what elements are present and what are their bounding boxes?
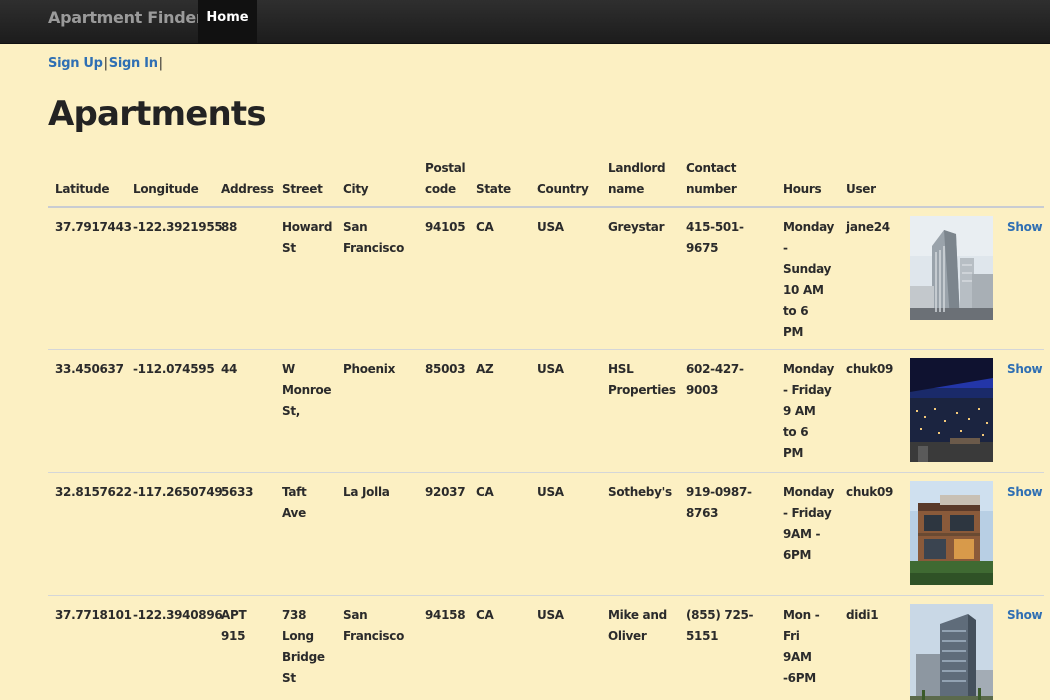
cell-longitude: -112.074595	[126, 349, 215, 473]
cell-state: CA	[469, 472, 530, 596]
auth-links: Sign Up|Sign In|	[48, 56, 164, 71]
cell-city: San Francisco	[336, 595, 418, 700]
cell-street: W Monroe St,	[275, 349, 336, 473]
show-link[interactable]: Show	[1007, 220, 1043, 234]
cell-image	[903, 472, 1000, 596]
col-header-state: State	[469, 152, 530, 208]
col-header-contact: Contact number	[679, 152, 776, 208]
cell-street: 738 Long Bridge St	[275, 595, 336, 700]
col-header-city: City	[336, 152, 418, 208]
cell-user: didi1	[839, 595, 903, 700]
cell-hours: Monday - Friday 9 AM to 6 PM	[776, 349, 839, 473]
cell-contact: 919-0987-8763	[679, 472, 776, 596]
cell-latitude: 37.7718101	[48, 595, 132, 700]
cell-street: Taft Ave	[275, 472, 336, 596]
cell-image	[903, 207, 1000, 350]
apartment-photo	[910, 358, 993, 462]
table-row: 32.8157622 -117.2650749 5633 Taft Ave La…	[48, 472, 1044, 596]
cell-actions: Show	[1000, 595, 1044, 700]
show-link[interactable]: Show	[1007, 362, 1043, 376]
cell-contact: 415-501-9675	[679, 207, 776, 350]
cell-street: Howard St	[275, 207, 336, 350]
cell-postal-code: 94158	[418, 595, 469, 700]
cell-city: La Jolla	[336, 472, 418, 596]
cell-state: CA	[469, 207, 530, 350]
apartments-table: Latitude Longitude Address Street City P…	[48, 152, 1044, 700]
cell-landlord: Mike and Oliver	[601, 595, 679, 700]
cell-user: chuk09	[839, 349, 903, 473]
cell-country: USA	[530, 207, 601, 350]
cell-latitude: 37.7917443	[48, 207, 132, 350]
cell-contact: (855) 725-5151	[679, 595, 776, 700]
cell-longitude: -122.3921955	[126, 207, 223, 350]
sign-up-link[interactable]: Sign Up	[48, 56, 103, 71]
col-header-postal-code: Postal code	[418, 152, 469, 208]
cell-longitude: -122.3940896	[126, 595, 223, 700]
cell-latitude: 33.450637	[48, 349, 126, 473]
table-header-row: Latitude Longitude Address Street City P…	[48, 152, 1044, 208]
col-header-landlord: Landlord name	[601, 152, 679, 208]
cell-hours: Monday - Sunday 10 AM to 6 PM	[776, 207, 839, 350]
cell-user: chuk09	[839, 472, 903, 596]
apartment-photo	[910, 481, 993, 585]
cell-address: APT 915	[214, 595, 275, 700]
cell-city: San Francisco	[336, 207, 418, 350]
cell-address: 5633	[214, 472, 275, 596]
cell-landlord: Sotheby's	[601, 472, 679, 596]
cell-address: 88	[214, 207, 275, 350]
col-header-hours: Hours	[776, 152, 839, 208]
show-link[interactable]: Show	[1007, 485, 1043, 499]
col-header-actions	[1000, 152, 1044, 208]
cell-country: USA	[530, 472, 601, 596]
apartment-photo	[910, 604, 993, 700]
cell-image	[903, 595, 1000, 700]
cell-hours: Monday - Friday 9AM - 6PM	[776, 472, 839, 596]
table-row: 37.7718101 -122.3940896 APT 915 738 Long…	[48, 595, 1044, 700]
cell-postal-code: 92037	[418, 472, 469, 596]
nav-home-link[interactable]: Home	[198, 0, 257, 44]
col-header-country: Country	[530, 152, 601, 208]
cell-postal-code: 85003	[418, 349, 469, 473]
cell-hours: Mon - Fri 9AM -6PM	[776, 595, 839, 700]
cell-actions: Show	[1000, 207, 1044, 350]
table-row: 33.450637 -112.074595 44 W Monroe St, Ph…	[48, 349, 1044, 473]
top-navbar: Apartment Finder Home	[0, 0, 1050, 44]
brand-link[interactable]: Apartment Finder	[48, 0, 204, 44]
table-row: 37.7917443 -122.3921955 88 Howard St San…	[48, 207, 1044, 350]
col-header-address: Address	[214, 152, 275, 208]
sign-in-link[interactable]: Sign In	[109, 56, 158, 71]
cell-user: jane24	[839, 207, 903, 350]
cell-address: 44	[214, 349, 275, 473]
cell-actions: Show	[1000, 349, 1044, 473]
page-title: Apartments	[48, 94, 267, 134]
apartment-photo	[910, 216, 993, 320]
cell-city: Phoenix	[336, 349, 418, 473]
cell-postal-code: 94105	[418, 207, 469, 350]
cell-country: USA	[530, 595, 601, 700]
cell-longitude: -117.2650749	[126, 472, 223, 596]
cell-contact: 602-427-9003	[679, 349, 776, 473]
separator: |	[158, 56, 163, 71]
col-header-user: User	[839, 152, 903, 208]
col-header-latitude: Latitude	[48, 152, 126, 208]
cell-actions: Show	[1000, 472, 1044, 596]
col-header-longitude: Longitude	[126, 152, 214, 208]
cell-landlord: HSL Properties	[601, 349, 679, 473]
col-header-street: Street	[275, 152, 336, 208]
cell-latitude: 32.8157622	[48, 472, 132, 596]
cell-country: USA	[530, 349, 601, 473]
cell-state: CA	[469, 595, 530, 700]
cell-landlord: Greystar	[601, 207, 679, 350]
separator: |	[103, 56, 108, 71]
show-link[interactable]: Show	[1007, 608, 1043, 622]
col-header-image	[903, 152, 1000, 208]
cell-image	[903, 349, 1000, 473]
cell-state: AZ	[469, 349, 530, 473]
